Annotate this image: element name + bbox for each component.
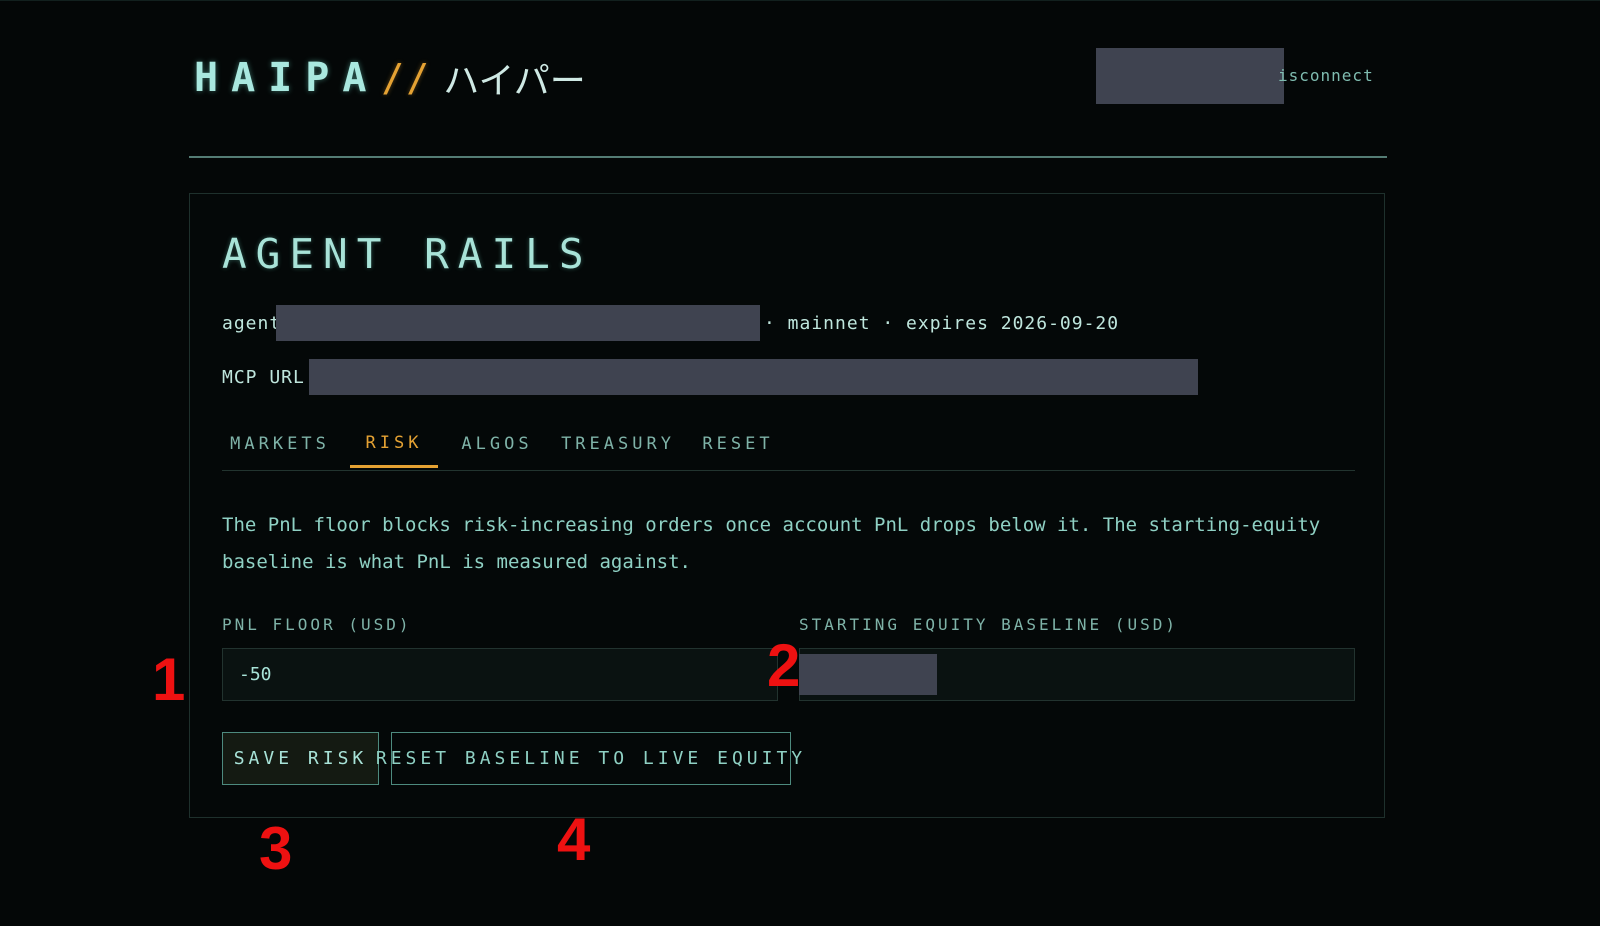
mcp-url-label: MCP URL: [222,367,317,388]
header-divider [189,156,1387,158]
page-title: AGENT RAILS [222,230,593,278]
agent-rails-panel [189,193,1385,818]
tab-reset[interactable]: RESET [696,420,780,468]
tab-markets[interactable]: MARKETS [230,420,328,468]
tab-risk[interactable]: RISK [350,420,438,468]
pnl-floor-label: PNL FLOOR (USD) [222,615,412,634]
agent-network-expiry: · mainnet · expires 2026-09-20 [764,313,1120,334]
redacted-agent-id [276,305,760,341]
reset-baseline-button[interactable]: RESET BASELINE TO LIVE EQUITY [376,732,802,785]
brand-japanese: ハイパー [443,61,586,102]
starting-equity-baseline-label: STARTING EQUITY BASELINE (USD) [799,615,1178,634]
redacted-baseline-value [799,654,937,695]
brand-separator: // [381,56,432,100]
tab-treasury[interactable]: TREASURY [561,420,674,468]
agent-label: agent [222,313,282,334]
pnl-floor-input[interactable] [222,648,778,701]
tab-algos[interactable]: ALGOS [456,420,538,468]
brand-logo: HAIPA // ハイパー [194,52,586,104]
annotation-marker-4: 4 [557,806,591,873]
annotation-marker-1: 1 [152,646,186,713]
top-border [0,0,1600,1]
save-risk-button[interactable]: SAVE RISK [222,732,379,785]
risk-description: The PnL floor blocks risk-increasing ord… [222,514,1321,573]
redacted-wallet-address [1096,48,1284,104]
brand-name: HAIPA [194,55,380,101]
annotation-marker-3: 3 [259,815,293,882]
tab-bar: MARKETS RISK ALGOS TREASURY RESET [222,420,1355,471]
redacted-mcp-url [309,359,1198,395]
disconnect-button[interactable]: isconnect [1278,66,1374,85]
annotation-marker-2: 2 [767,632,801,699]
